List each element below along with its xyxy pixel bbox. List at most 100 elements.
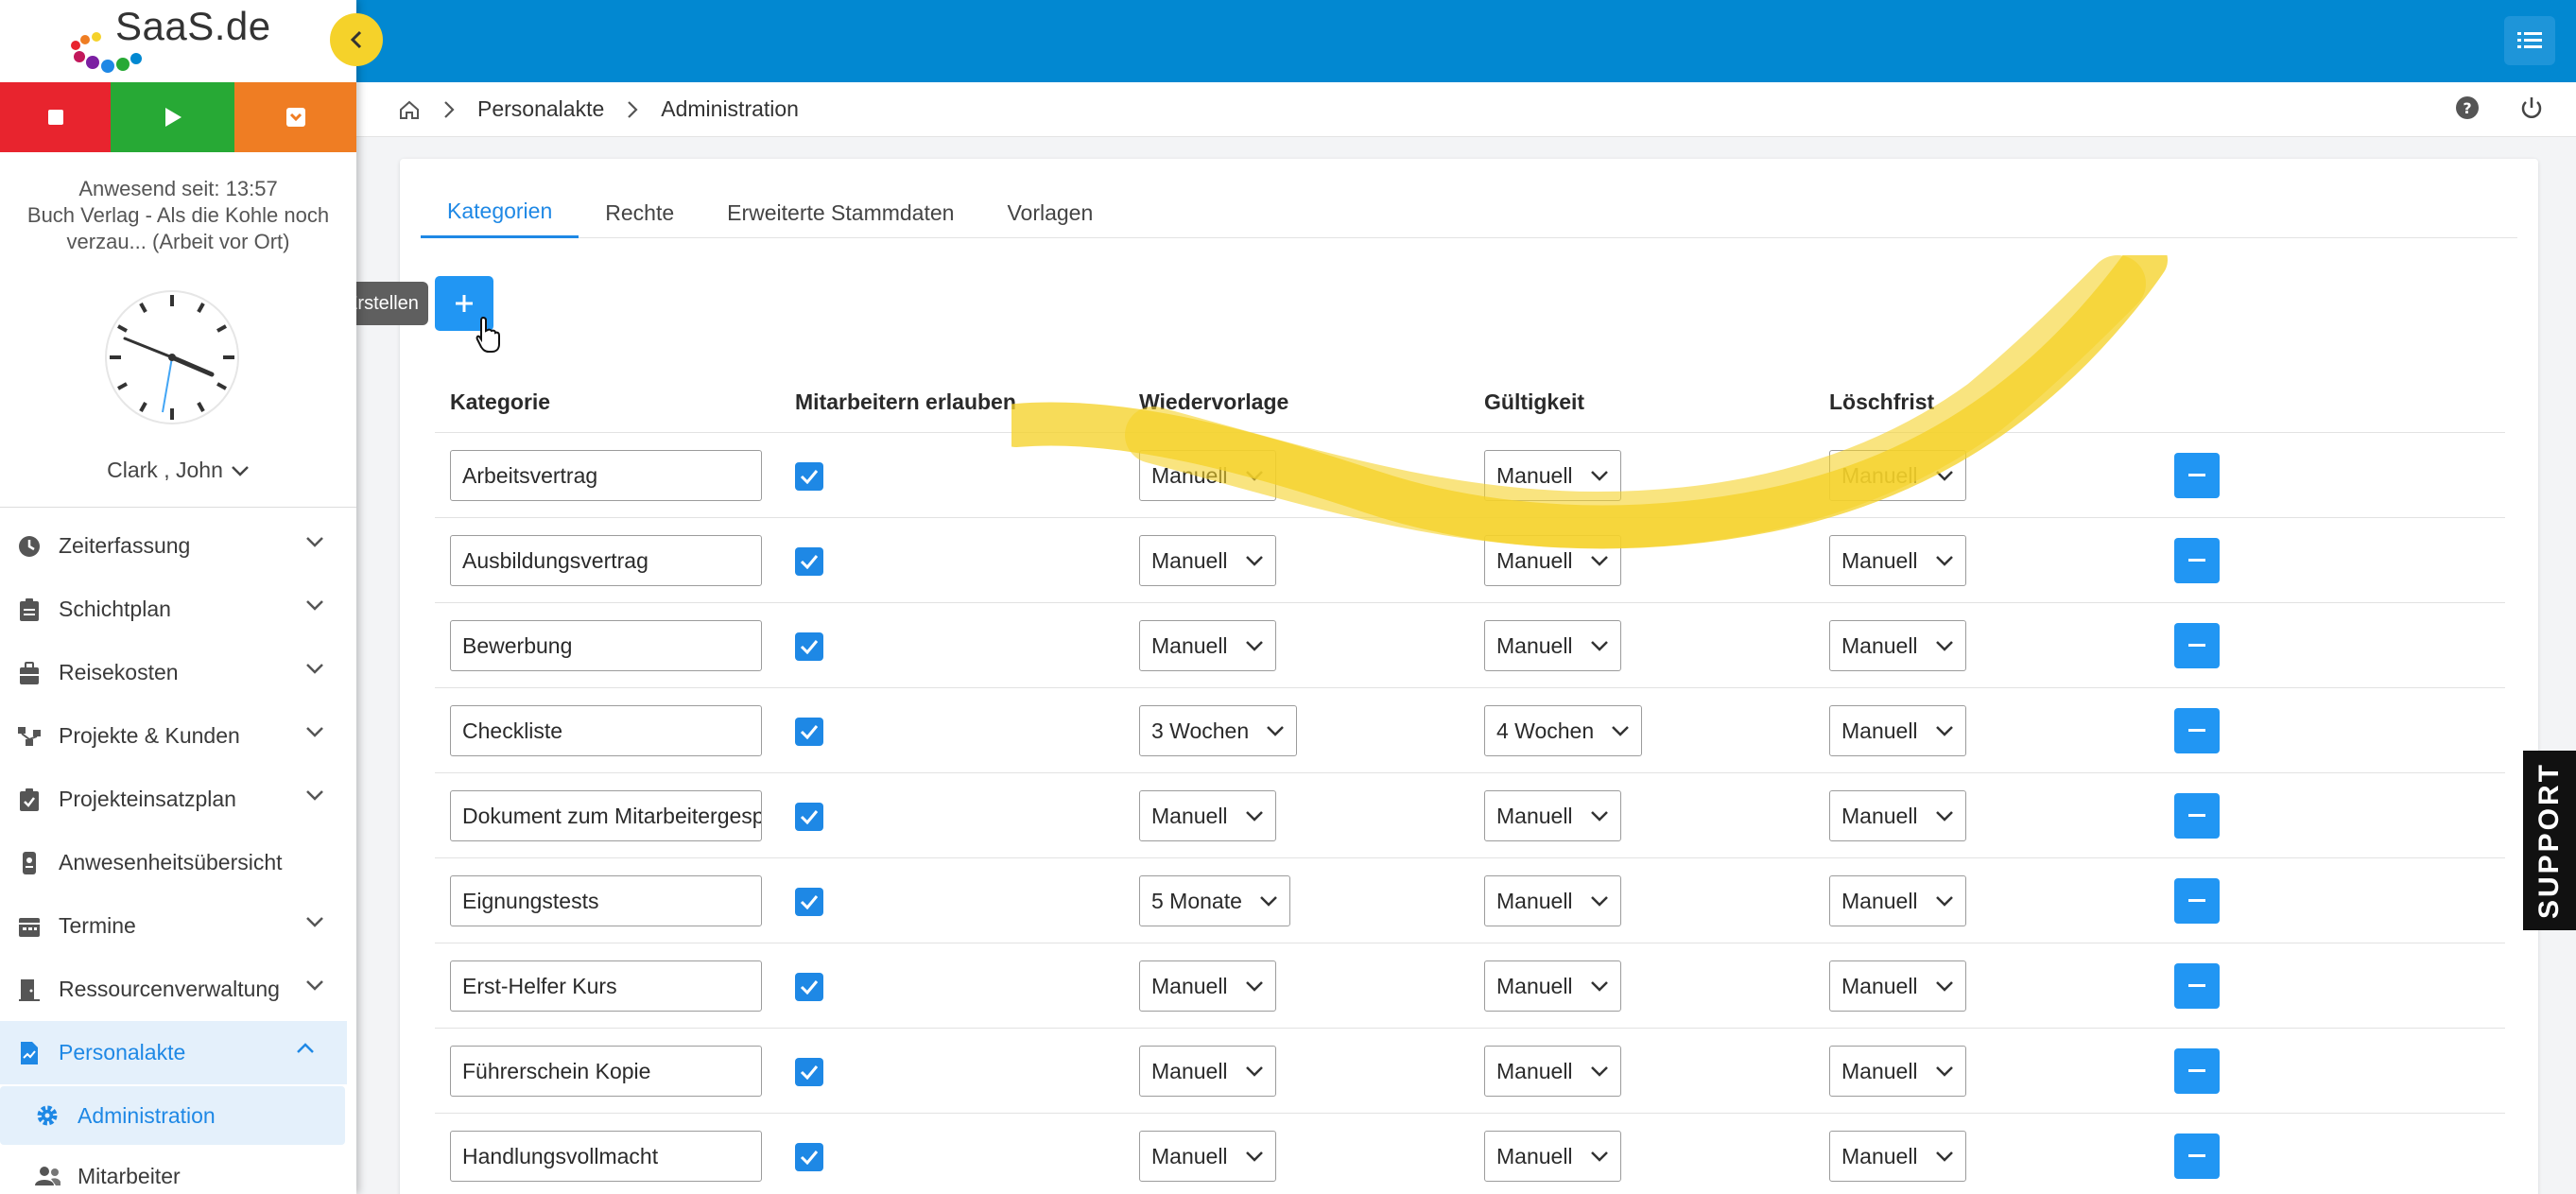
home-icon[interactable]: [398, 99, 421, 120]
sidebar-collapse-button[interactable]: [330, 13, 383, 66]
category-name-input[interactable]: Handlungsvollmacht: [450, 1131, 762, 1182]
remove-category-button[interactable]: [2174, 623, 2220, 668]
sidebar-item-projekteinsatzplan[interactable]: Projekteinsatzplan: [0, 768, 356, 831]
allow-employees-checkbox[interactable]: [795, 462, 823, 491]
chevron-down-icon: [1245, 471, 1263, 481]
chevron-down-icon: [1590, 641, 1608, 651]
tab-erweiterte-stammdaten[interactable]: Erweiterte Stammdaten: [700, 187, 980, 238]
allow-employees-checkbox[interactable]: [795, 718, 823, 746]
breadcrumb-item[interactable]: Personalakte: [477, 96, 604, 122]
gueltigkeit-select[interactable]: Manuell: [1484, 875, 1621, 926]
loeschfrist-select[interactable]: Manuell: [1829, 1046, 1966, 1097]
remove-category-button[interactable]: [2174, 453, 2220, 498]
allow-employees-checkbox[interactable]: [795, 1143, 823, 1171]
user-selector[interactable]: Clark , John: [0, 458, 356, 483]
chevron-down-icon: [1935, 1066, 1953, 1077]
checkmark-icon: [800, 980, 819, 995]
table-row: Führerschein Kopie Manuell Manuell Manuell: [435, 1029, 2505, 1114]
wiedervorlage-select[interactable]: 5 Monate: [1139, 875, 1290, 926]
gueltigkeit-select[interactable]: Manuell: [1484, 1131, 1621, 1182]
allow-employees-checkbox[interactable]: [795, 973, 823, 1001]
wiedervorlage-select[interactable]: Manuell: [1139, 450, 1276, 501]
gueltigkeit-select[interactable]: Manuell: [1484, 790, 1621, 841]
remove-category-button[interactable]: [2174, 1048, 2220, 1094]
allow-employees-checkbox[interactable]: [795, 1058, 823, 1086]
gueltigkeit-select[interactable]: Manuell: [1484, 450, 1621, 501]
wiedervorlage-select[interactable]: Manuell: [1139, 790, 1276, 841]
menu-button[interactable]: [2504, 16, 2555, 65]
wiedervorlage-select[interactable]: Manuell: [1139, 535, 1276, 586]
loeschfrist-select[interactable]: Manuell: [1829, 620, 1966, 671]
remove-category-button[interactable]: [2174, 793, 2220, 839]
sidebar-item-zeiterfassung[interactable]: Zeiterfassung: [0, 514, 356, 578]
allow-employees-checkbox[interactable]: [795, 888, 823, 916]
loeschfrist-select[interactable]: Manuell: [1829, 1131, 1966, 1182]
sidebar-item-projekte-kunden[interactable]: Projekte & Kunden: [0, 704, 356, 768]
gueltigkeit-select[interactable]: Manuell: [1484, 1046, 1621, 1097]
category-name-input[interactable]: Führerschein Kopie: [450, 1046, 762, 1097]
category-name-input[interactable]: Dokument zum Mitarbeitergespräch: [450, 790, 762, 841]
remove-category-button[interactable]: [2174, 963, 2220, 1009]
remove-category-button[interactable]: [2174, 538, 2220, 583]
allow-employees-checkbox[interactable]: [795, 803, 823, 831]
loeschfrist-select[interactable]: Manuell: [1829, 960, 1966, 1012]
header-gueltigkeit: Gültigkeit: [1484, 389, 1585, 414]
category-name-input[interactable]: Arbeitsvertrag: [450, 450, 762, 501]
remove-category-button[interactable]: [2174, 878, 2220, 924]
loeschfrist-select[interactable]: Manuell: [1829, 875, 1966, 926]
loeschfrist-select[interactable]: Manuell: [1829, 450, 1966, 501]
sidebar-subitem-administration[interactable]: Administration: [0, 1086, 345, 1145]
user-name: Clark , John: [107, 458, 223, 482]
sidebar-subitem-label: Administration: [78, 1102, 216, 1128]
presence-since: Anwesend seit: 13:57: [78, 177, 278, 200]
sidebar-item-ressourcenverwaltung[interactable]: Ressourcenverwaltung: [0, 958, 356, 1021]
remove-category-button[interactable]: [2174, 708, 2220, 753]
support-tab[interactable]: SUPPORT: [2523, 751, 2576, 930]
loeschfrist-select[interactable]: Manuell: [1829, 790, 1966, 841]
gueltigkeit-select[interactable]: 4 Wochen: [1484, 705, 1643, 756]
category-name-input[interactable]: Ausbildungsvertrag: [450, 535, 762, 586]
wiedervorlage-select[interactable]: Manuell: [1139, 1131, 1276, 1182]
category-name-input[interactable]: Erst-Helfer Kurs: [450, 960, 762, 1012]
gueltigkeit-select[interactable]: Manuell: [1484, 535, 1621, 586]
help-icon[interactable]: ?: [2455, 95, 2480, 120]
category-name-input[interactable]: Bewerbung: [450, 620, 762, 671]
power-icon[interactable]: [2519, 95, 2544, 120]
chevron-left-icon: [350, 30, 362, 49]
category-name-input[interactable]: Eignungstests: [450, 875, 762, 926]
chevron-down-icon: [1590, 896, 1608, 907]
sidebar-item-termine[interactable]: Termine: [0, 894, 356, 958]
remove-category-button[interactable]: [2174, 1133, 2220, 1179]
play-button[interactable]: [111, 82, 234, 152]
wiedervorlage-select[interactable]: 3 Wochen: [1139, 705, 1298, 756]
header-wiedervorlage: Wiedervorlage: [1139, 389, 1289, 414]
topbar: [356, 0, 2576, 82]
sidebar-item-schichtplan[interactable]: Schichtplan: [0, 578, 356, 641]
table-row: Erst-Helfer Kurs Manuell Manuell Manuell: [435, 943, 2505, 1029]
category-name-input[interactable]: Checkliste: [450, 705, 762, 756]
wiedervorlage-select[interactable]: Manuell: [1139, 620, 1276, 671]
break-button[interactable]: [234, 82, 356, 152]
sidebar-item-personalakte[interactable]: Personalakte: [0, 1021, 347, 1084]
allow-employees-checkbox[interactable]: [795, 632, 823, 661]
sidebar-subitem-mitarbeiter[interactable]: Mitarbeiter: [0, 1147, 356, 1194]
chevron-down-icon: [1935, 896, 1953, 907]
stop-button[interactable]: [0, 82, 111, 152]
sidebar-item-label: Termine: [59, 913, 136, 938]
tab-vorlagen[interactable]: Vorlagen: [980, 187, 1119, 238]
allow-employees-checkbox[interactable]: [795, 547, 823, 576]
tab-kategorien[interactable]: Kategorien: [421, 187, 579, 238]
loeschfrist-select[interactable]: Manuell: [1829, 705, 1966, 756]
chevron-right-icon: [443, 100, 455, 119]
loeschfrist-select[interactable]: Manuell: [1829, 535, 1966, 586]
gueltigkeit-select[interactable]: Manuell: [1484, 960, 1621, 1012]
logo[interactable]: SaaS.de: [66, 4, 270, 79]
tab-rechte[interactable]: Rechte: [579, 187, 700, 238]
gueltigkeit-select[interactable]: Manuell: [1484, 620, 1621, 671]
wiedervorlage-select[interactable]: Manuell: [1139, 960, 1276, 1012]
sidebar-item-label: Ressourcenverwaltung: [59, 977, 280, 1001]
sidebar-item-anwesenheitsuebersicht[interactable]: Anwesenheitsübersicht: [0, 831, 356, 894]
chevron-down-icon: [1590, 811, 1608, 822]
wiedervorlage-select[interactable]: Manuell: [1139, 1046, 1276, 1097]
sidebar-item-reisekosten[interactable]: Reisekosten: [0, 641, 356, 704]
